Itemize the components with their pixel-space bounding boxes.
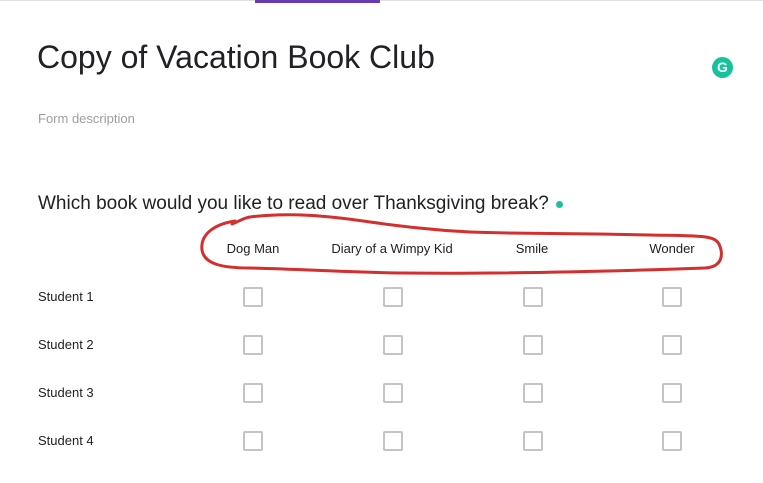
checkbox-student-3-smile[interactable] — [523, 383, 543, 403]
form-editor-page: Copy of Vacation Book Club G Form descri… — [0, 0, 763, 483]
checkbox-student-4-smile[interactable] — [523, 431, 543, 451]
row-label-student-4: Student 4 — [38, 433, 94, 448]
row-label-student-3: Student 3 — [38, 385, 94, 400]
form-description-field[interactable]: Form description — [38, 111, 135, 126]
checkbox-student-3-wonder[interactable] — [662, 383, 682, 403]
checkbox-student-4-wonder[interactable] — [662, 431, 682, 451]
row-label-student-2: Student 2 — [38, 337, 94, 352]
checkbox-student-1-wonder[interactable] — [662, 287, 682, 307]
checkbox-student-1-dog-man[interactable] — [243, 287, 263, 307]
column-header-dog-man: Dog Man — [226, 241, 280, 256]
active-tab-indicator — [255, 0, 380, 3]
checkbox-student-3-diary-of-a-wimpy-kid[interactable] — [383, 383, 403, 403]
checkbox-student-2-dog-man[interactable] — [243, 335, 263, 355]
column-header-smile: Smile — [515, 241, 549, 256]
checkbox-student-1-diary-of-a-wimpy-kid[interactable] — [383, 287, 403, 307]
checkbox-student-3-dog-man[interactable] — [243, 383, 263, 403]
checkbox-student-2-wonder[interactable] — [662, 335, 682, 355]
checkbox-student-4-diary-of-a-wimpy-kid[interactable] — [383, 431, 403, 451]
header-divider — [0, 0, 763, 1]
checkbox-student-2-smile[interactable] — [523, 335, 543, 355]
checkbox-student-4-dog-man[interactable] — [243, 431, 263, 451]
column-header-wonder: Wonder — [649, 241, 695, 256]
row-label-student-1: Student 1 — [38, 289, 94, 304]
column-header-diary-of-a-wimpy-kid: Diary of a Wimpy Kid — [331, 241, 453, 256]
form-title[interactable]: Copy of Vacation Book Club — [37, 36, 435, 78]
grammarly-icon[interactable]: G — [712, 57, 733, 78]
checkbox-student-2-diary-of-a-wimpy-kid[interactable] — [383, 335, 403, 355]
checkbox-student-1-smile[interactable] — [523, 287, 543, 307]
grammarly-cursor-dot — [556, 201, 563, 208]
question-title[interactable]: Which book would you like to read over T… — [38, 191, 549, 217]
